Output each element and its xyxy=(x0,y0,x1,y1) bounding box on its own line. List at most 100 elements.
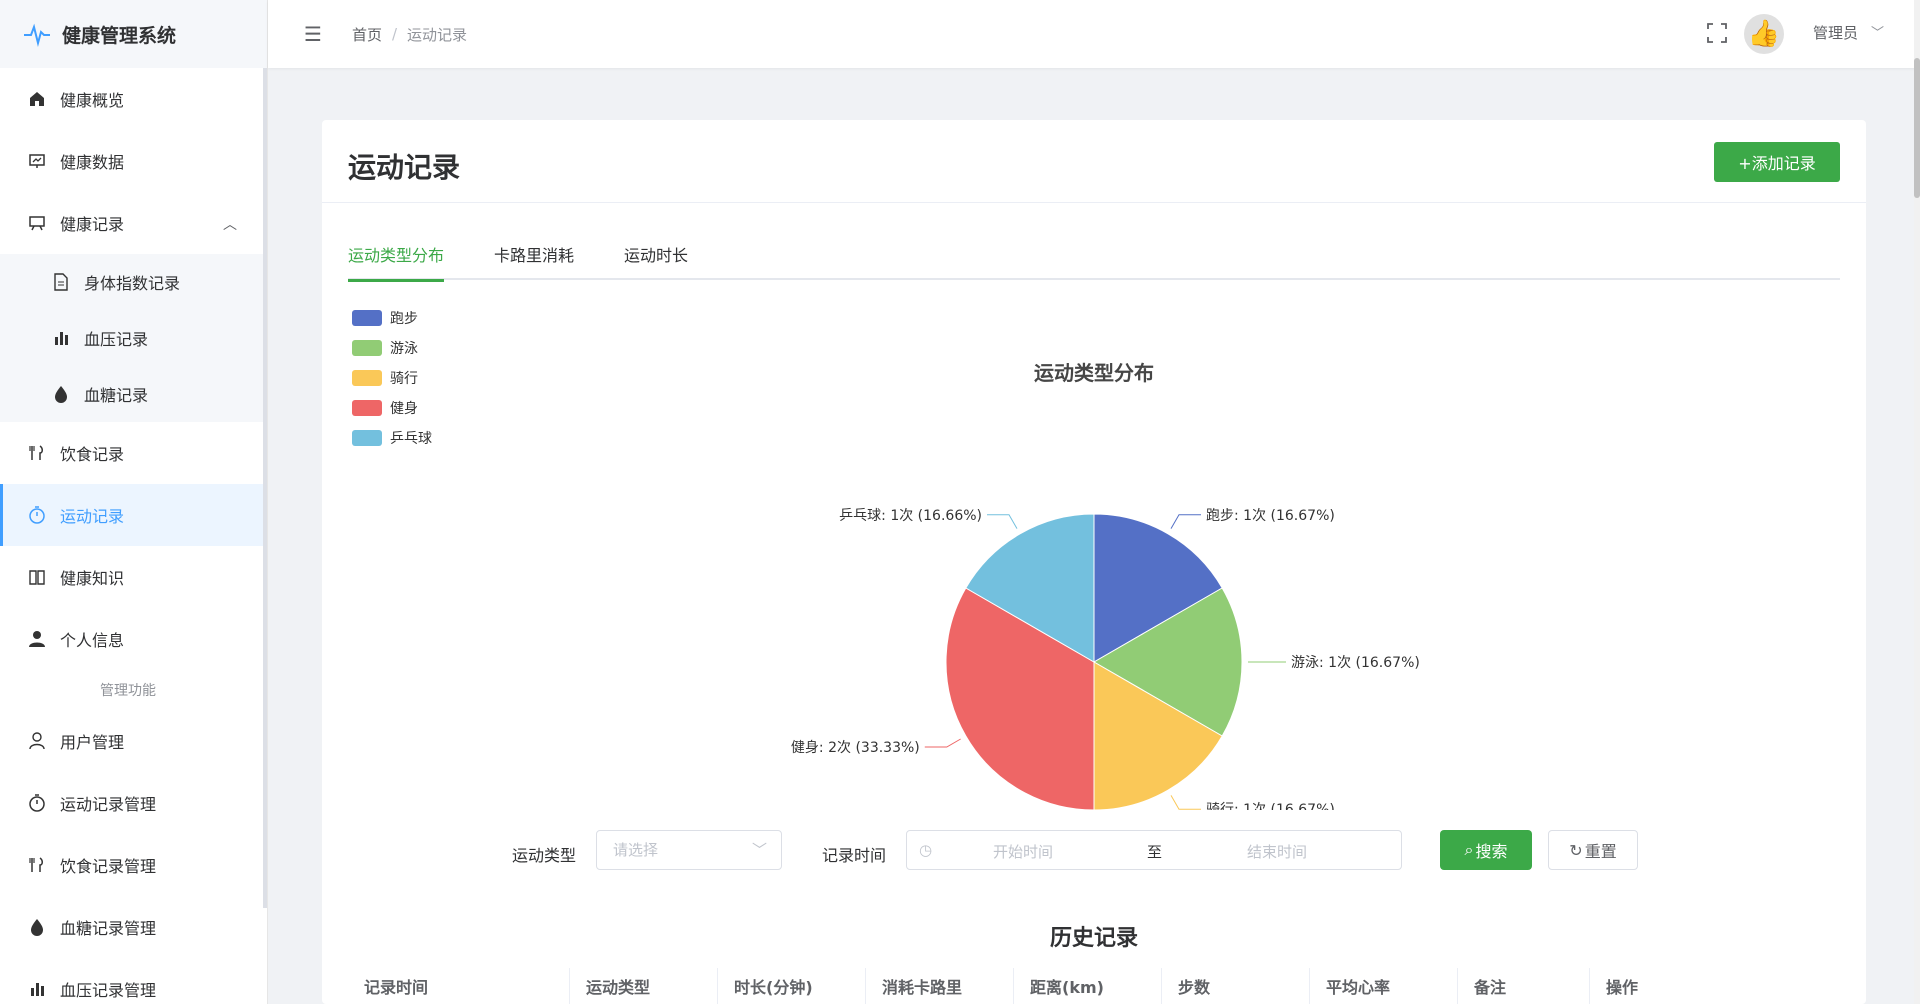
tab-duration[interactable]: 运动时长 xyxy=(624,238,688,280)
sidebar-item-label: 运动记录管理 xyxy=(60,795,157,814)
sidebar-item-diet-management[interactable]: 饮食记录管理 xyxy=(0,834,267,896)
sidebar-item-exercise-management[interactable]: 运动记录管理 xyxy=(0,772,267,834)
sidebar: 健康管理系统 健康概览 健康数据 健康记录 ︿ 身体指数记录 血压记录 血糖记录… xyxy=(0,0,268,1004)
pie-chart: 运动类型分布 跑步游泳骑行健身乒乓球 跑步: 1次 (16.67%) 游泳: 1次… xyxy=(352,310,1420,810)
bar-chart-icon xyxy=(26,978,48,1000)
chevron-up-icon: ︿ xyxy=(223,217,237,233)
pie-label-1: 游泳: 1次 (16.67%) xyxy=(1291,655,1420,671)
drop-icon xyxy=(26,916,48,938)
sidebar-item-exercise[interactable]: 运动记录 xyxy=(0,484,267,546)
username[interactable]: 管理员 xyxy=(1813,22,1858,43)
sidebar-item-health-records[interactable]: 健康记录 ︿ xyxy=(0,192,267,254)
sidebar-item-label: 饮食记录管理 xyxy=(60,857,157,876)
user-icon xyxy=(26,628,48,650)
column-header[interactable]: 步数 xyxy=(1162,968,1310,1004)
stopwatch-icon xyxy=(26,504,48,526)
time-filter-label: 记录时间 xyxy=(822,846,887,865)
sidebar-item-blood-sugar[interactable]: 血糖记录 xyxy=(0,366,267,422)
legend-label-2[interactable]: 骑行 xyxy=(390,371,418,387)
column-header[interactable]: 记录时间 xyxy=(348,968,570,1004)
clock-icon: ◷ xyxy=(919,841,933,859)
sidebar-item-blood-pressure-management[interactable]: 血压记录管理 xyxy=(0,958,267,1004)
column-header[interactable]: 备注 xyxy=(1458,968,1590,1004)
legend-label-1[interactable]: 游泳 xyxy=(390,341,418,357)
fork-knife-icon xyxy=(26,442,48,464)
scrollbar-thumb[interactable] xyxy=(1914,58,1920,198)
start-time-input[interactable]: 开始时间 xyxy=(993,841,1053,862)
sidebar-item-blood-pressure[interactable]: 血压记录 xyxy=(0,310,267,366)
app-logo[interactable]: 健康管理系统 xyxy=(0,0,267,68)
presentation-icon xyxy=(26,212,48,234)
sidebar-item-health-knowledge[interactable]: 健康知识 xyxy=(0,546,267,608)
sidebar-item-health-data[interactable]: 健康数据 xyxy=(0,130,267,192)
legend-swatch-0[interactable] xyxy=(352,310,382,326)
date-range-picker[interactable]: ◷ 开始时间 至 结束时间 xyxy=(906,830,1402,870)
legend-swatch-3[interactable] xyxy=(352,400,382,416)
pie-label-3: 健身: 2次 (33.33%) xyxy=(791,740,920,756)
column-header[interactable]: 时长(分钟) xyxy=(718,968,866,1004)
pie-label-line-3 xyxy=(924,738,961,748)
tab-calories[interactable]: 卡路里消耗 xyxy=(494,238,574,280)
legend-label-0[interactable]: 跑步 xyxy=(390,311,418,327)
sidebar-item-label: 血糖记录管理 xyxy=(60,919,157,938)
sidebar-item-label: 运动记录 xyxy=(60,507,125,526)
avatar[interactable]: 👍 xyxy=(1744,14,1784,54)
column-header: 操作 xyxy=(1606,978,1639,997)
pie-label-line-2 xyxy=(1170,795,1201,810)
menu-toggle-icon[interactable]: ☰ xyxy=(304,22,322,46)
chevron-down-icon[interactable]: ﹀ xyxy=(1871,22,1884,41)
chevron-down-icon: ﹀ xyxy=(751,841,767,859)
pie-label-2: 骑行: 1次 (16.67%) xyxy=(1206,802,1335,810)
tab-type-distribution[interactable]: 运动类型分布 xyxy=(348,238,445,282)
legend-swatch-4[interactable] xyxy=(352,430,382,446)
sidebar-item-health-overview[interactable]: 健康概览 xyxy=(0,68,267,130)
breadcrumb-home[interactable]: 首页 xyxy=(352,24,382,45)
book-icon xyxy=(26,566,48,588)
fullscreen-icon[interactable] xyxy=(1706,22,1728,44)
bar-chart-icon xyxy=(50,327,72,349)
exercise-type-select[interactable]: 请选择 ﹀ xyxy=(596,830,782,870)
table-header: 记录时间 运动类型 时长(分钟) 消耗卡路里 距离(km) 步数 平均心率 备注… xyxy=(348,968,1840,1004)
legend-swatch-1[interactable] xyxy=(352,340,382,356)
stopwatch-icon xyxy=(26,792,48,814)
sidebar-item-diet[interactable]: 饮食记录 xyxy=(0,422,267,484)
column-header[interactable]: 消耗卡路里 xyxy=(866,968,1014,1004)
page-scrollbar[interactable] xyxy=(1914,0,1920,1004)
legend-swatch-2[interactable] xyxy=(352,370,382,386)
sidebar-scrollbar[interactable] xyxy=(263,68,267,908)
search-button-label: 搜索 xyxy=(1475,842,1508,861)
pie-label-line-4 xyxy=(987,514,1018,529)
history-title: 历史记录 xyxy=(1049,926,1138,951)
column-header[interactable]: 运动类型 xyxy=(570,968,718,1004)
legend-label-3[interactable]: 健身 xyxy=(390,401,418,417)
pie-label-0: 跑步: 1次 (16.67%) xyxy=(1206,508,1335,524)
legend-label-4[interactable]: 乒乓球 xyxy=(390,431,432,447)
search-button[interactable]: ⌕ 搜索 xyxy=(1440,830,1532,870)
sidebar-item-label: 血压记录 xyxy=(84,330,149,349)
sidebar-item-label: 饮食记录 xyxy=(60,445,125,464)
chart-legend: 跑步游泳骑行健身乒乓球 xyxy=(352,310,432,447)
sidebar-item-personal-info[interactable]: 个人信息 xyxy=(0,608,267,670)
reset-button[interactable]: ↻ 重置 xyxy=(1548,830,1638,870)
end-time-input[interactable]: 结束时间 xyxy=(1247,841,1307,862)
breadcrumb-current: 运动记录 xyxy=(407,25,468,44)
sidebar-item-label: 用户管理 xyxy=(60,733,125,752)
user-outline-icon xyxy=(26,730,48,752)
sidebar-item-body-index[interactable]: 身体指数记录 xyxy=(0,254,267,310)
add-record-button[interactable]: +添加记录 xyxy=(1714,142,1840,182)
drop-icon xyxy=(50,383,72,405)
column-header[interactable]: 距离(km) xyxy=(1014,968,1162,1004)
sidebar-item-label: 个人信息 xyxy=(60,631,125,650)
refresh-icon: ↻ xyxy=(1569,840,1583,860)
column-header[interactable]: 平均心率 xyxy=(1310,968,1458,1004)
chart-board-icon xyxy=(26,150,48,172)
chart-title: 运动类型分布 xyxy=(1034,361,1154,385)
divider xyxy=(322,202,1866,203)
home-icon xyxy=(26,88,48,110)
breadcrumb: 首页 / 运动记录 xyxy=(352,24,467,45)
chart-tabs: 运动类型分布 卡路里消耗 运动时长 xyxy=(348,238,1840,282)
heartbeat-icon xyxy=(24,23,50,47)
sidebar-item-label: 血糖记录 xyxy=(84,386,149,405)
sidebar-item-blood-sugar-management[interactable]: 血糖记录管理 xyxy=(0,896,267,958)
sidebar-item-user-management[interactable]: 用户管理 xyxy=(0,710,267,772)
